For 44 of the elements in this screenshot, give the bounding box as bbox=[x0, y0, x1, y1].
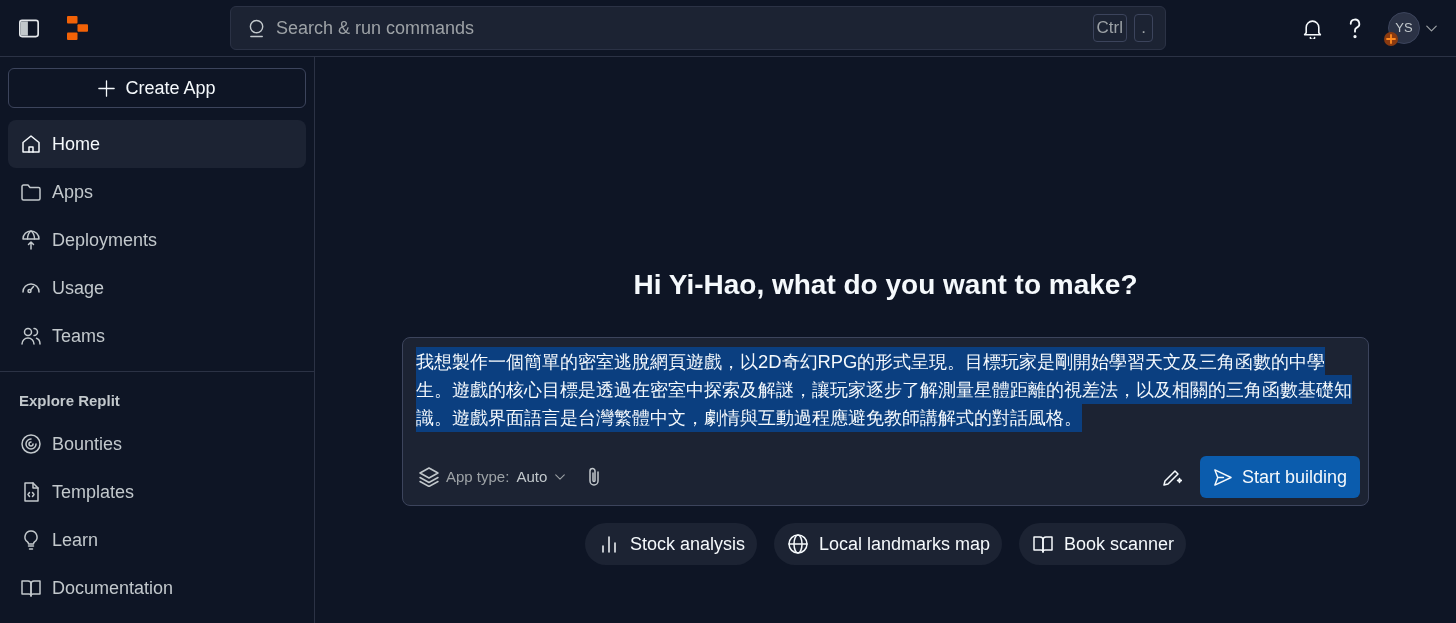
paperclip-icon[interactable] bbox=[587, 467, 602, 487]
users-icon bbox=[21, 326, 41, 346]
sidebar-item[interactable]: Home bbox=[8, 120, 306, 168]
lightbulb-icon bbox=[21, 530, 41, 550]
sidebar-item[interactable]: Learn bbox=[8, 516, 306, 564]
send-icon bbox=[1212, 467, 1232, 487]
spiral-icon bbox=[21, 434, 41, 454]
sidebar-item[interactable]: Deployments bbox=[8, 216, 306, 264]
shortcut-key: Ctrl bbox=[1092, 14, 1127, 42]
sidebar-item[interactable]: Teams bbox=[8, 312, 306, 360]
shortcut-key: . bbox=[1134, 14, 1153, 42]
chevron-down-icon bbox=[555, 474, 566, 480]
code-file-icon bbox=[21, 482, 41, 502]
plus-badge-icon bbox=[1384, 32, 1398, 46]
sidebar-toggle-icon[interactable] bbox=[19, 18, 39, 38]
pen-sparkle-icon[interactable] bbox=[1161, 467, 1182, 487]
book-icon bbox=[1033, 534, 1054, 554]
sidebar-item[interactable]: Bounties bbox=[8, 420, 306, 468]
prompt-input[interactable]: 我想製作一個簡單的密室逃脫網頁遊戲，以2D奇幻RPG的形式呈現。目標玩家是剛開始學習天文及三角函數的中學生。遊戲的核心目標是透過在密室中探索及解謎，讓玩家逐步了解測量星體距離的視差法，以及相關的三角函數基礎知識。遊戲界面語言是台灣繁體中文，劇情與互動過程應避免教師講解式的對話風格。 bbox=[403, 338, 1368, 456]
suggestion-chip[interactable]: Stock analysis bbox=[584, 523, 757, 565]
search-input[interactable]: Search & run commands bbox=[276, 13, 1084, 43]
create-app-button[interactable]: Create App bbox=[8, 68, 306, 108]
home-icon bbox=[21, 134, 41, 154]
sidebar-item[interactable]: Templates bbox=[8, 468, 306, 516]
sidebar-item[interactable]: Usage bbox=[8, 264, 306, 312]
greeting-heading: Hi Yi-Hao, what do you want to make? bbox=[633, 268, 1138, 302]
suggestion-chip[interactable]: Book scanner bbox=[1019, 523, 1187, 565]
bell-icon[interactable] bbox=[1302, 17, 1323, 39]
start-building-button[interactable]: Start building bbox=[1199, 456, 1360, 498]
plus-icon bbox=[98, 79, 116, 97]
sidebar-item[interactable]: Documentation bbox=[8, 564, 306, 612]
help-icon[interactable] bbox=[1348, 17, 1362, 39]
app-type-dropdown[interactable]: App type: Auto bbox=[419, 465, 566, 489]
search-field[interactable]: Search & run commands Ctrl . bbox=[230, 6, 1166, 50]
logo-icon[interactable] bbox=[67, 16, 88, 40]
sidebar-item[interactable]: Apps bbox=[8, 168, 306, 216]
chevron-down-icon[interactable] bbox=[1426, 24, 1437, 32]
folder-icon bbox=[21, 182, 41, 202]
book-icon bbox=[21, 578, 41, 598]
parachute-icon bbox=[21, 230, 41, 250]
layers-icon bbox=[419, 467, 439, 487]
suggestion-chip[interactable]: Local landmarks map bbox=[773, 523, 1003, 565]
globe-icon bbox=[787, 534, 808, 554]
section-title: Explore Replit bbox=[18, 391, 121, 411]
